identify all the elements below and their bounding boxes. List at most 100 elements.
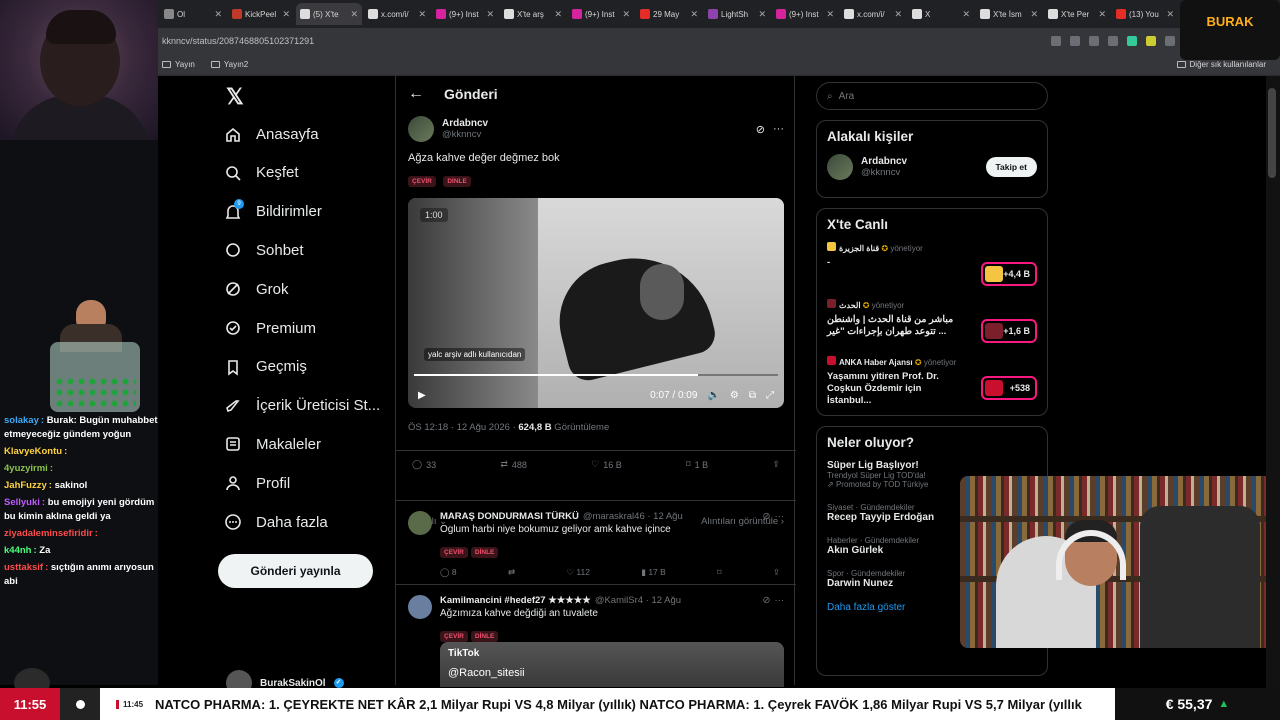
reply-handle[interactable]: @KamilSr4 · 12 Ağu <box>595 595 681 606</box>
close-icon[interactable]: ✕ <box>758 9 766 20</box>
extension-icon[interactable] <box>1146 36 1156 46</box>
reply-video[interactable]: TikTok @Racon_sitesii <box>440 642 784 687</box>
bookmark-folder[interactable]: Yayın <box>162 60 195 69</box>
nav-item[interactable]: Grok <box>224 275 289 303</box>
chat-username[interactable]: k44nh <box>4 545 31 556</box>
nav-item[interactable]: Makaleler <box>224 430 321 458</box>
extension-icon[interactable] <box>1127 36 1137 46</box>
views-button[interactable]: ▮ 17 B <box>641 567 666 578</box>
author-name[interactable]: Ardabncv <box>442 118 488 129</box>
repost-button[interactable]: ⇄ 488 <box>500 459 527 470</box>
pip-icon[interactable]: ⧉ <box>749 390 756 401</box>
nav-item[interactable]: Geçmiş <box>224 353 307 381</box>
author-handle[interactable]: @kknncv <box>442 129 488 140</box>
address-bar[interactable]: kknncv/status/2087468805102371291 <box>158 28 1280 54</box>
translate-chip[interactable]: ÇEVİR <box>440 631 468 642</box>
browser-tab[interactable]: (5) X'te ✕ <box>296 3 362 25</box>
browser-tab[interactable]: x.com/i/ ✕ <box>364 3 430 25</box>
grok-icon[interactable]: ⊘ <box>763 595 771 606</box>
close-icon[interactable]: ✕ <box>962 9 970 20</box>
live-item[interactable]: ANKA Haber Ajansı ✪ yönetiyor Yaşamını yi… <box>827 356 1037 413</box>
nav-item[interactable]: Anasayfa <box>224 120 319 148</box>
reply-item[interactable]: MARAŞ DONDURMASI TÜRKÜ @maraskral46 · 12 … <box>396 500 796 582</box>
url-text[interactable]: kknncv/status/2087468805102371291 <box>162 36 314 46</box>
avatar[interactable] <box>408 595 432 619</box>
close-icon[interactable]: ✕ <box>1166 9 1174 20</box>
close-icon[interactable]: ✕ <box>486 9 494 20</box>
browser-tab[interactable]: (9+) Inst ✕ <box>772 3 838 25</box>
reply-button[interactable]: ◯ 8 <box>440 567 457 578</box>
play-icon[interactable]: ▶ <box>418 390 426 401</box>
nav-item[interactable]: Daha fazla <box>224 508 328 536</box>
close-icon[interactable]: ✕ <box>826 9 834 20</box>
nav-item[interactable]: Keşfet <box>224 159 299 187</box>
more-icon[interactable]: ··· <box>773 123 784 135</box>
close-icon[interactable]: ✕ <box>554 9 562 20</box>
close-icon[interactable]: ✕ <box>282 9 290 20</box>
like-button[interactable]: ♡ 16 B <box>591 459 622 470</box>
bookmark-icon[interactable]: ⌑ <box>717 567 721 578</box>
browser-tab[interactable]: KickPeel ✕ <box>228 3 294 25</box>
live-listener-badge[interactable]: +4,4 B <box>981 262 1037 286</box>
nav-item[interactable]: 9 Bildirimler <box>224 198 322 226</box>
video-watermark[interactable]: yalc arşiv adlı kullanıcıdan <box>424 348 526 361</box>
close-icon[interactable]: ✕ <box>214 9 222 20</box>
grok-icon[interactable]: ⊘ <box>763 511 771 522</box>
chat-username[interactable]: JahFuzzy <box>4 480 47 491</box>
more-icon[interactable]: ··· <box>775 511 785 522</box>
fullscreen-icon[interactable]: ⤢ <box>766 390 774 401</box>
browser-tab[interactable]: (9+) Inst ✕ <box>568 3 634 25</box>
nav-item[interactable]: Profil <box>224 469 290 497</box>
star-icon[interactable] <box>1089 36 1099 46</box>
chat-username[interactable]: ziyadaleminsefiridir <box>4 528 93 539</box>
live-item[interactable]: الحدث ✪ yönetiyor مباشر من قناة الحدث | و… <box>827 299 1037 356</box>
extension-icon[interactable] <box>1051 36 1061 46</box>
post-timestamp[interactable]: ÖS 12:18 · 12 Ağu 2026 · <box>408 422 518 433</box>
nav-item[interactable]: Sohbet <box>224 236 304 264</box>
follow-button[interactable]: Takip et <box>985 157 1037 177</box>
chat-username[interactable]: KlavyeKontu <box>4 446 62 457</box>
reply-author[interactable]: Kamilmancini #hedef27 ★★★★★ <box>440 595 591 606</box>
reply-author[interactable]: MARAŞ DONDURMASI TÜRKÜ <box>440 511 579 522</box>
x-logo-icon[interactable]: 𝕏 <box>226 84 244 110</box>
chat-username[interactable]: solakay <box>4 415 39 426</box>
extension-icon[interactable] <box>1165 36 1175 46</box>
nav-item[interactable]: İçerik Üreticisi St... <box>224 392 380 420</box>
chat-username[interactable]: 4yuzyirmi <box>4 463 48 474</box>
reply-handle[interactable]: @maraskral46 · 12 Ağu <box>583 511 683 522</box>
share-button[interactable]: ⇪ <box>772 459 780 470</box>
close-icon[interactable]: ✕ <box>418 9 426 20</box>
chat-username[interactable]: usttaksif <box>4 562 43 573</box>
browser-tab[interactable]: 29 May ✕ <box>636 3 702 25</box>
scrollbar-thumb[interactable] <box>1268 88 1276 178</box>
avatar[interactable] <box>408 116 434 142</box>
live-listener-badge[interactable]: +538 <box>981 376 1037 400</box>
close-icon[interactable]: ✕ <box>1030 9 1038 20</box>
live-item[interactable]: قناة الجزيرة ✪ yönetiyor - +4,4 B <box>827 242 1037 299</box>
person-handle[interactable]: @kknncv <box>861 167 907 178</box>
share-icon[interactable]: ⇪ <box>773 567 780 578</box>
avatar[interactable] <box>408 511 432 535</box>
listen-chip[interactable]: DİNLE <box>443 176 471 187</box>
more-icon[interactable]: ··· <box>775 595 785 606</box>
like-button[interactable]: ♡ 112 <box>566 567 590 578</box>
browser-tab[interactable]: X'te Per ✕ <box>1044 3 1110 25</box>
settings-icon[interactable]: ⚙ <box>730 390 739 401</box>
browser-tab[interactable]: X'te arş ✕ <box>500 3 566 25</box>
person-name[interactable]: Ardabncv <box>861 156 907 167</box>
listen-chip[interactable]: DİNLE <box>470 631 499 642</box>
reply-button[interactable]: ◯ 33 <box>412 459 436 470</box>
chat-username[interactable]: Sellyuki <box>4 497 40 508</box>
close-icon[interactable]: ✕ <box>894 9 902 20</box>
search-input[interactable]: ⌕ Ara <box>816 82 1048 110</box>
browser-tab[interactable]: LightSh ✕ <box>704 3 770 25</box>
translate-chip[interactable]: ÇEVİR <box>408 176 436 187</box>
browser-tab[interactable]: Ol ✕ <box>160 3 226 25</box>
bookmark-folder[interactable]: Yayın2 <box>210 60 248 69</box>
close-icon[interactable]: ✕ <box>622 9 630 20</box>
related-person[interactable]: Ardabncv @kknncv Takip et <box>827 154 1037 180</box>
nav-item[interactable]: Premium <box>224 314 316 342</box>
video-player[interactable]: 1:00 yalc arşiv adlı kullanıcıdan ▶ 0:07… <box>408 198 784 408</box>
back-arrow-icon[interactable]: ← <box>408 85 424 103</box>
repost-icon[interactable]: ⇄ <box>508 567 515 578</box>
